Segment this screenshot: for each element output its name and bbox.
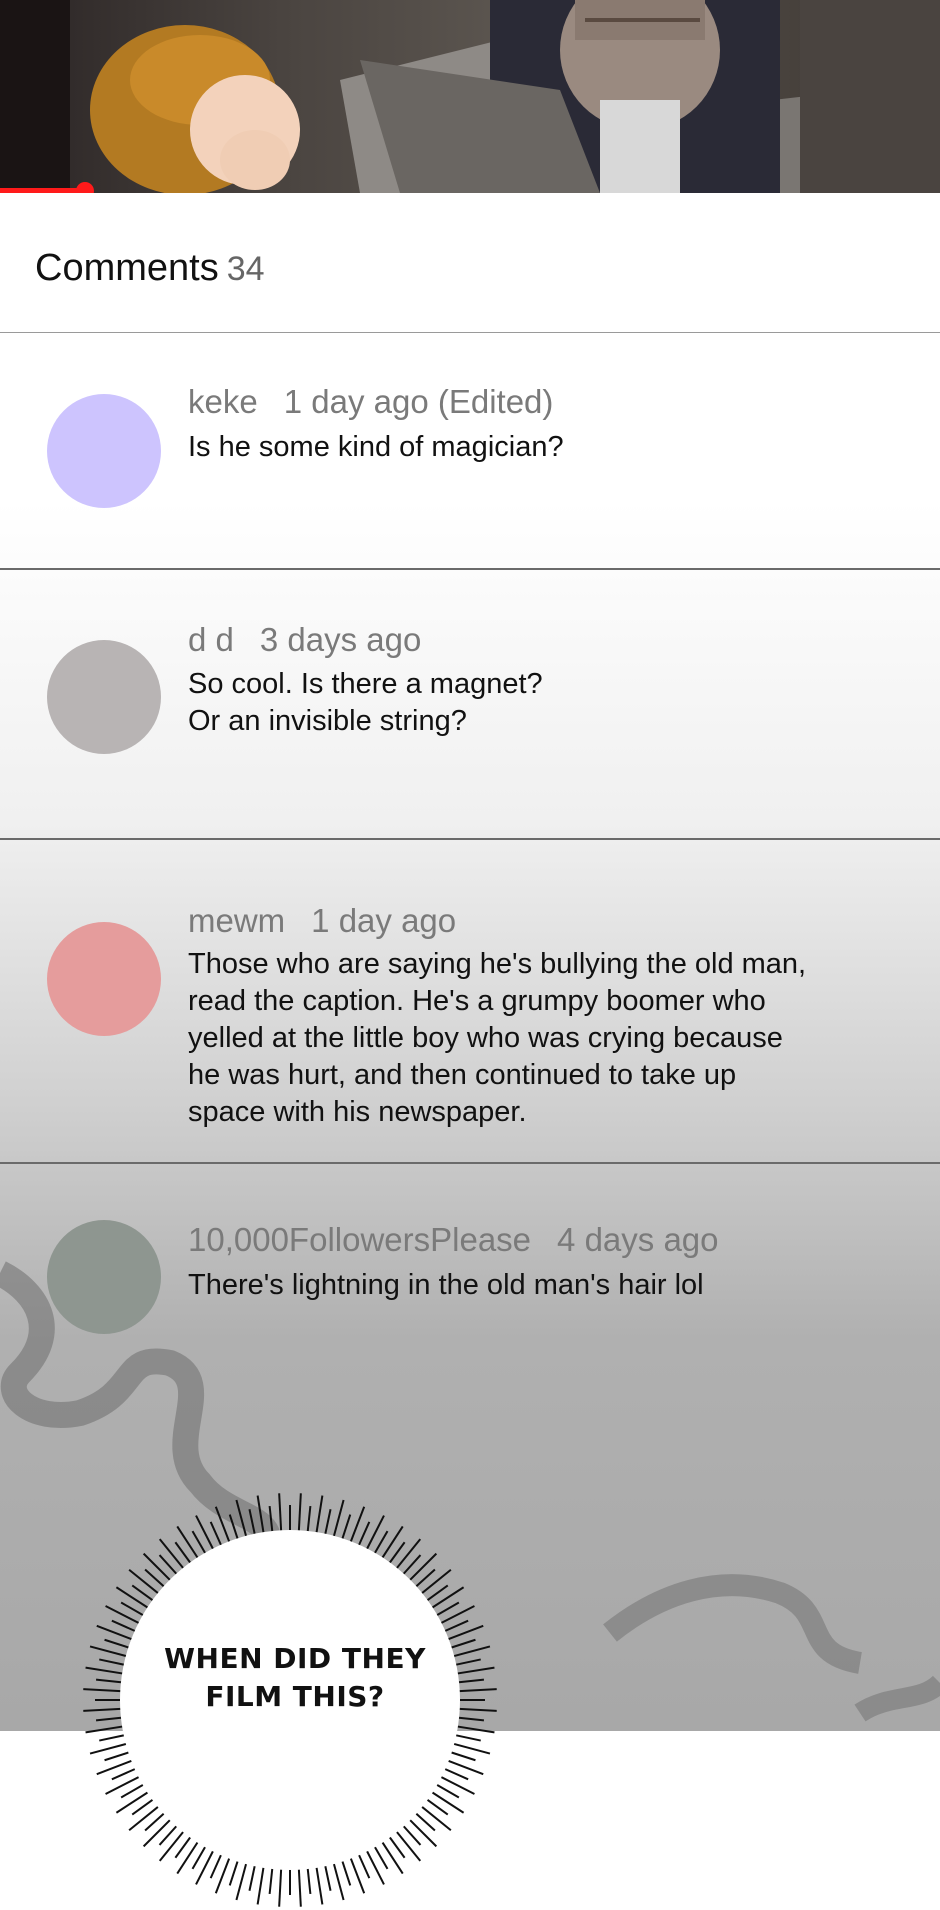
comment-line: Those who are saying he's bullying the o… (188, 948, 807, 980)
comment-meta: d d 3 days ago (188, 621, 421, 659)
comments-title: Comments 34 (35, 247, 265, 290)
avatar[interactable] (47, 922, 161, 1036)
comment-text: So cool. Is there a magnet? Or an invisi… (188, 666, 848, 740)
comment-item[interactable]: d d 3 days ago So cool. Is there a magnet… (0, 570, 940, 840)
comment-meta: keke 1 day ago (Edited) (188, 383, 553, 421)
comments-count: 34 (226, 250, 265, 288)
comments-header: Comments 34 (0, 193, 940, 334)
comment-item[interactable]: mewm 1 day ago Those who are saying he's … (0, 840, 940, 1164)
comment-line: Is he some kind of magician? (188, 431, 564, 463)
comic-panel-image (0, 0, 940, 193)
avatar[interactable] (47, 640, 161, 754)
comment-text: There's lightning in the old man's hair … (188, 1267, 848, 1304)
speech-bubble-text: WHEN DID THEY FILM THIS? (140, 1640, 450, 1716)
comments-title-label: Comments (35, 247, 219, 289)
video-frame[interactable] (0, 0, 940, 193)
comment-line: Or an invisible string? (188, 705, 467, 737)
comment-time: 1 day ago (311, 902, 457, 939)
avatar[interactable] (47, 394, 161, 508)
comment-author[interactable]: mewm (188, 902, 285, 939)
comment-text: Those who are saying he's bullying the o… (188, 946, 848, 1131)
comment-item[interactable]: 10,000FollowersPlease 4 days ago There's … (0, 1164, 940, 1364)
comment-author[interactable]: 10,000FollowersPlease (188, 1221, 531, 1258)
comment-time: 3 days ago (259, 621, 422, 658)
comment-meta: 10,000FollowersPlease 4 days ago (188, 1221, 719, 1259)
comment-line: There's lightning in the old man's hair … (188, 1269, 704, 1301)
avatar[interactable] (47, 1220, 161, 1334)
comment-time: 4 days ago (557, 1221, 719, 1258)
comment-time: 1 day ago (Edited) (283, 383, 554, 420)
comment-item[interactable]: keke 1 day ago (Edited) Is he some kind o… (0, 333, 940, 570)
comment-meta: mewm 1 day ago (188, 902, 456, 940)
comment-author[interactable]: keke (188, 383, 258, 420)
comment-author[interactable]: d d (188, 621, 234, 658)
speech-line: FILM THIS? (205, 1680, 385, 1713)
speech-line: WHEN DID THEY (164, 1642, 426, 1675)
comment-line: yelled at the little boy who was crying … (188, 1022, 783, 1054)
comment-line: read the caption. He's a grumpy boomer w… (188, 985, 766, 1017)
comment-line: So cool. Is there a magnet? (188, 668, 543, 700)
comment-line: space with his newspaper. (188, 1096, 527, 1128)
comment-text: Is he some kind of magician? (188, 429, 848, 466)
comment-line: he was hurt, and then continued to take … (188, 1059, 737, 1091)
